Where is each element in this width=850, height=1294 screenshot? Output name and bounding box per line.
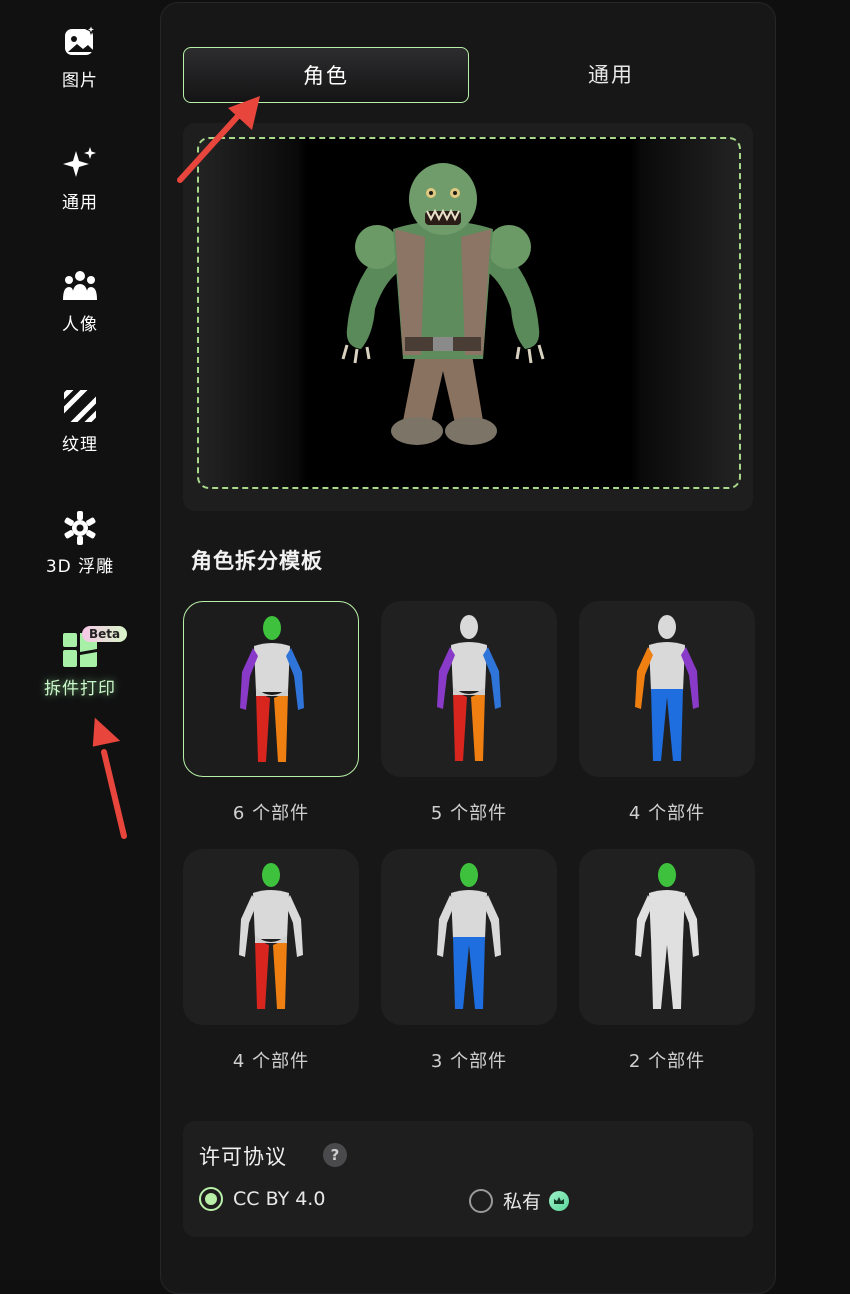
- template-card[interactable]: [381, 601, 557, 777]
- template-label: 4 个部件: [628, 803, 706, 824]
- license-title: 许可协议: [199, 1145, 287, 1169]
- sidebar-item-label: 拆件打印: [44, 679, 116, 699]
- mannequin-icon: [635, 615, 699, 761]
- tab-general[interactable]: 通用: [469, 47, 753, 101]
- template-label: 2 个部件: [628, 1051, 706, 1072]
- annotation-arrow-icon: [92, 717, 127, 839]
- radio-unchecked-icon[interactable]: [469, 1188, 493, 1213]
- sidebar-item-general[interactable]: 通用: [0, 144, 160, 213]
- sidebar-item-texture[interactable]: 纹理: [0, 386, 160, 455]
- license-option-private[interactable]: 私有: [469, 1187, 570, 1214]
- sidebar-item-relief[interactable]: 3D 浮雕: [0, 508, 160, 577]
- sidebar-item-label: 人像: [62, 315, 98, 335]
- radio-label: 私有: [503, 1191, 542, 1213]
- template-label: 4 个部件: [232, 1051, 310, 1072]
- main-panel: 角色 通用 角色拆分模板 6 个部件 5 个部件 4 个部件 4 个部件 3 个…: [160, 2, 776, 1294]
- radio-label: CC BY 4.0: [233, 1188, 326, 1210]
- license-card: 许可协议 ? CC BY 4.0 私有: [183, 1121, 753, 1237]
- template-card[interactable]: [579, 849, 755, 1025]
- image-icon: [60, 22, 100, 62]
- template-card[interactable]: [183, 601, 359, 777]
- template-card[interactable]: [381, 849, 557, 1025]
- sparkle-icon: [60, 144, 100, 184]
- people-icon: [60, 266, 100, 306]
- radio-checked-icon[interactable]: [199, 1187, 223, 1211]
- character-preview-image[interactable]: [197, 137, 741, 489]
- license-option-cc-by[interactable]: CC BY 4.0: [199, 1187, 325, 1211]
- sidebar-item-label: 3D 浮雕: [45, 557, 115, 577]
- mannequin-icon: [239, 863, 303, 1009]
- sidebar-item-image[interactable]: 图片: [0, 22, 160, 91]
- help-icon[interactable]: ?: [323, 1143, 347, 1167]
- template-label: 3 个部件: [430, 1051, 508, 1072]
- mannequin-icon: [240, 616, 304, 762]
- template-label: 5 个部件: [430, 803, 508, 824]
- sidebar-item-portrait[interactable]: 人像: [0, 266, 160, 335]
- tab-character[interactable]: 角色: [183, 47, 469, 103]
- sidebar-item-label: 通用: [62, 193, 98, 213]
- preview-card: [183, 123, 753, 511]
- texture-icon: [60, 386, 100, 426]
- template-card[interactable]: [183, 849, 359, 1025]
- sidebar-item-parts-print[interactable]: Beta 拆件打印: [0, 626, 160, 699]
- sidebar-item-label: 纹理: [62, 435, 98, 455]
- mannequin-icon: [437, 615, 501, 761]
- sidebar: 图片 通用 人像 纹理 3D 浮雕 Beta 拆件打印: [0, 0, 160, 1280]
- mannequin-icon: [635, 863, 699, 1009]
- crown-icon: [549, 1190, 570, 1211]
- template-section-title: 角色拆分模板: [191, 549, 323, 573]
- mannequin-icon: [437, 863, 501, 1009]
- relief-icon: [60, 508, 100, 548]
- sidebar-item-label: 图片: [62, 71, 98, 91]
- template-label: 6 个部件: [232, 803, 310, 824]
- template-card[interactable]: [579, 601, 755, 777]
- beta-badge: Beta: [82, 626, 128, 642]
